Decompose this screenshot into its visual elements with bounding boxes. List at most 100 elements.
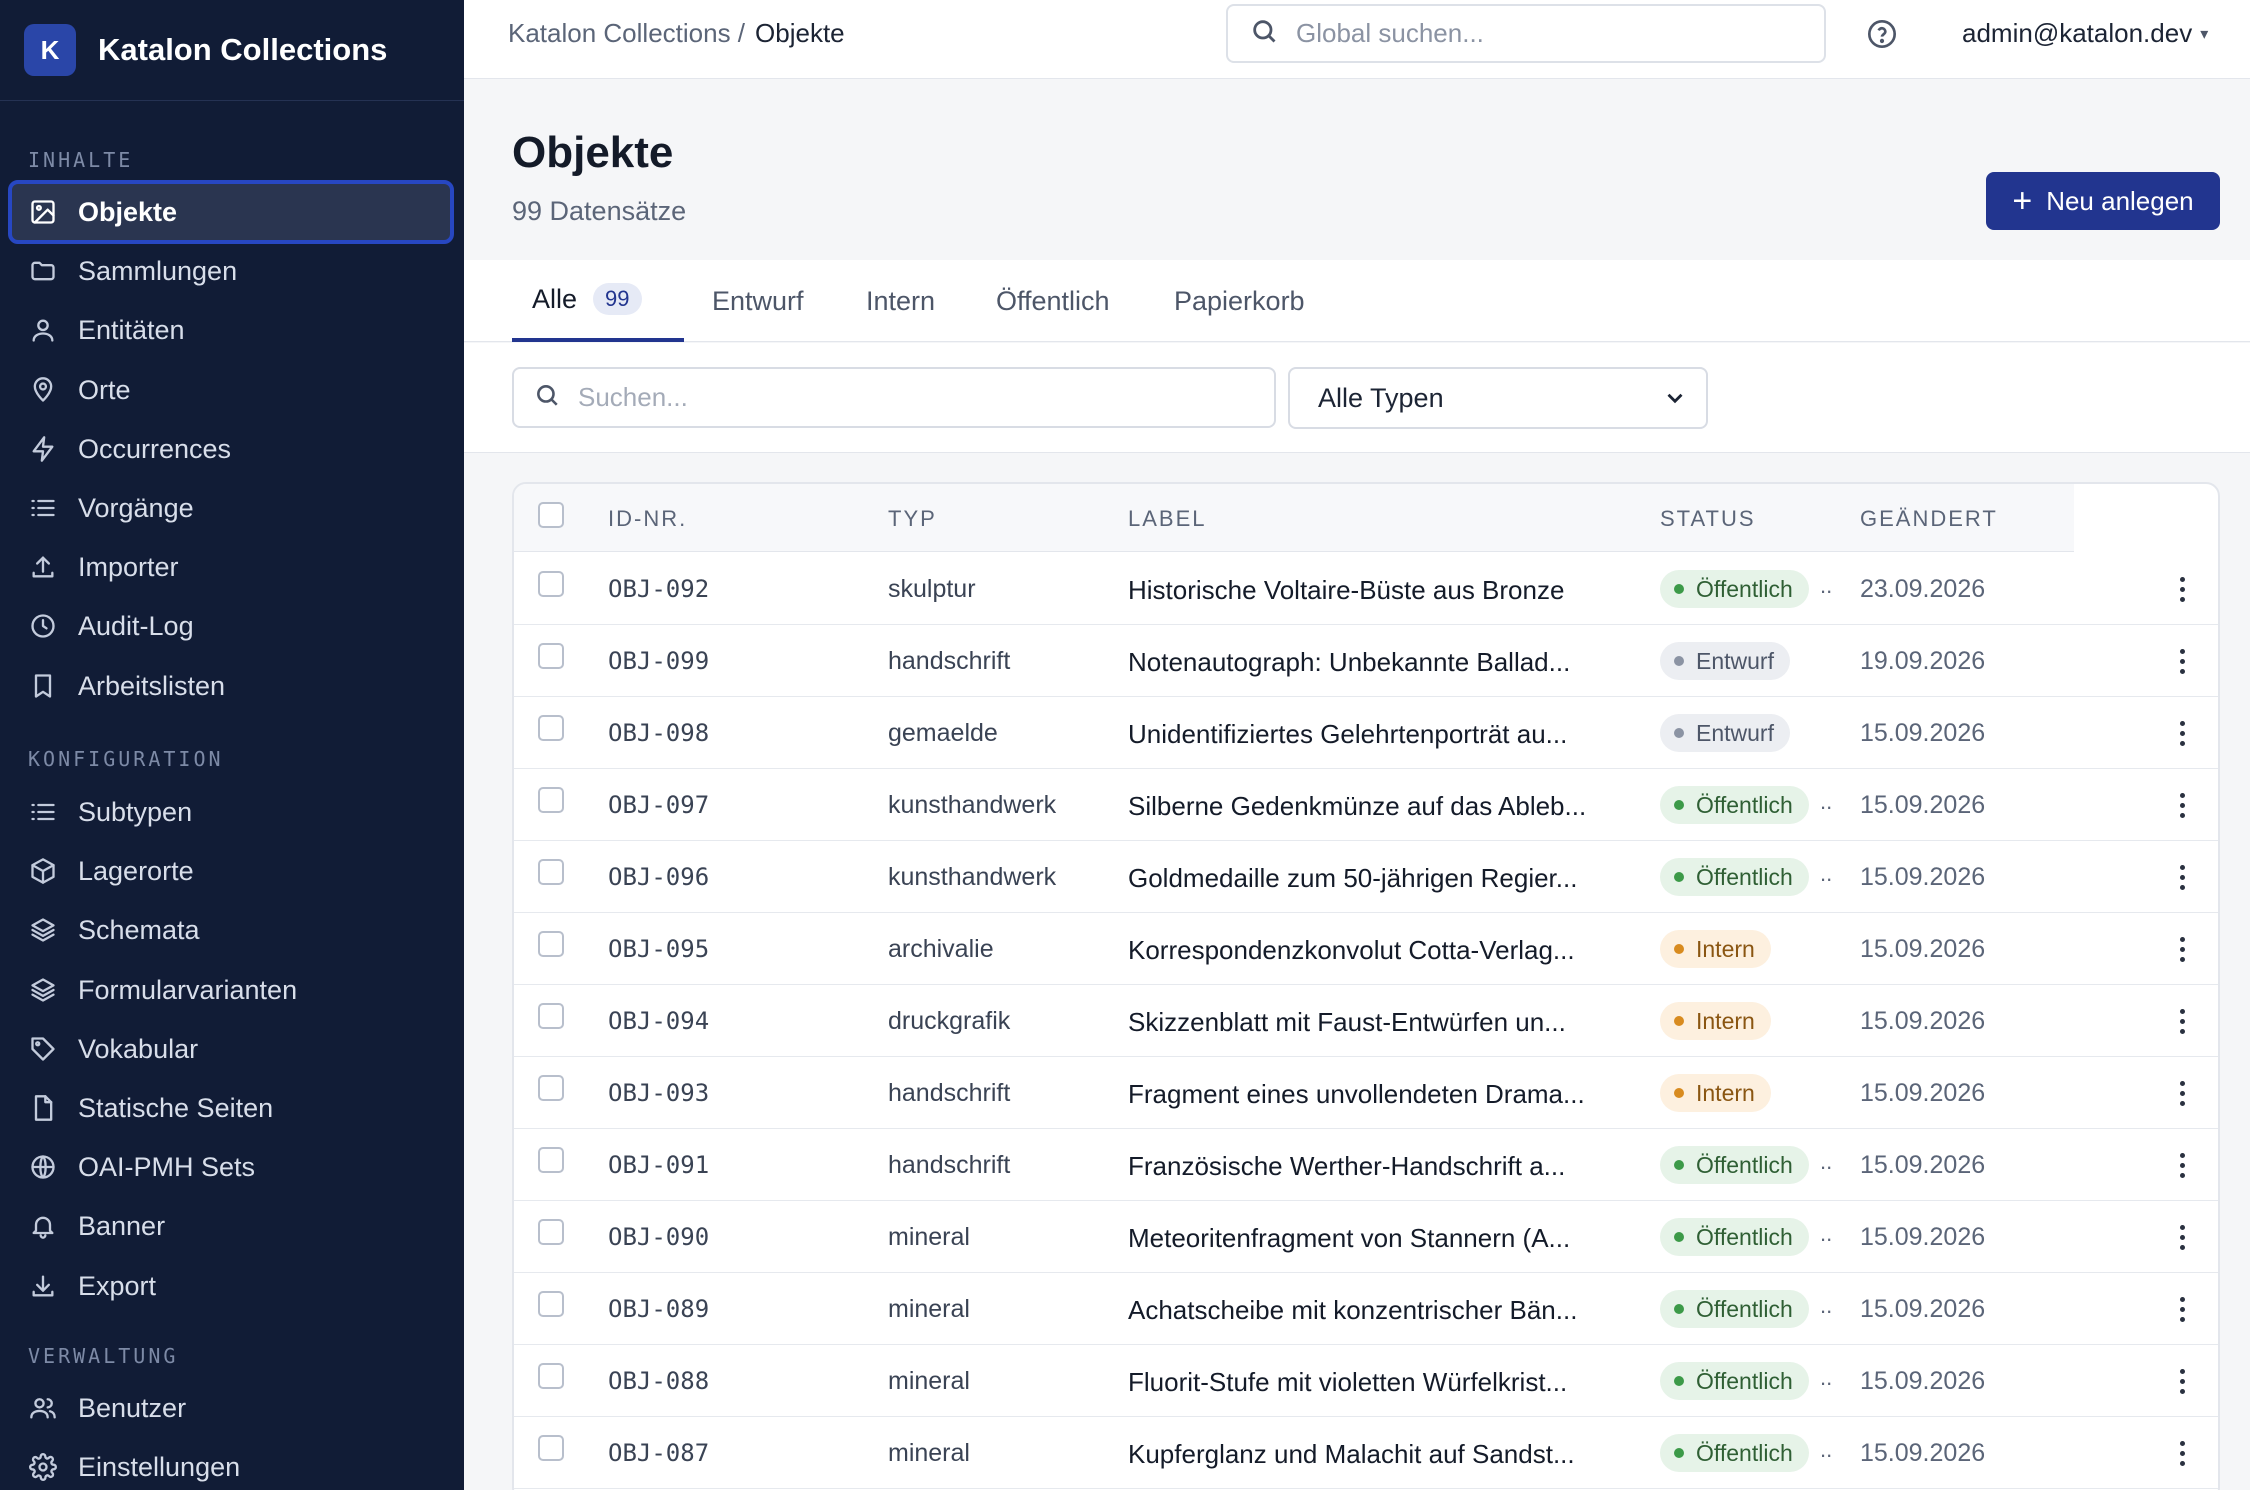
- row-checkbox[interactable]: [538, 1075, 564, 1101]
- row-checkbox[interactable]: [538, 859, 564, 885]
- table-row[interactable]: OBJ-093 handschrift Fragment eines unvolle…: [514, 1057, 2218, 1129]
- cell-label[interactable]: Skizzenblatt mit Faust-Entwürfen un...: [1128, 1007, 1566, 1038]
- cell-label[interactable]: Fluorit-Stufe mit violetten Würfelkrist.…: [1128, 1367, 1567, 1398]
- table-row[interactable]: OBJ-091 handschrift Französische Werther-H…: [514, 1129, 2218, 1201]
- cell-label[interactable]: Unidentifiziertes Gelehrtenporträt au...: [1128, 719, 1567, 750]
- table-row[interactable]: OBJ-094 druckgrafik Skizzenblatt mit Faust…: [514, 985, 2218, 1057]
- row-checkbox[interactable]: [538, 643, 564, 669]
- row-checkbox[interactable]: [538, 1435, 564, 1461]
- sidebar-item-statische-seiten[interactable]: Statische Seiten: [8, 1076, 454, 1140]
- sidebar-item-arbeitslisten[interactable]: Arbeitslisten: [8, 654, 454, 718]
- cell-label[interactable]: Französische Werther-Handschrift a...: [1128, 1151, 1565, 1182]
- sidebar-item-audit-log[interactable]: Audit-Log: [8, 594, 454, 658]
- status-badge: Öffentlich: [1660, 858, 1809, 896]
- help-icon[interactable]: [1866, 18, 1898, 50]
- brand[interactable]: K Katalon Collections: [0, 0, 464, 101]
- sidebar-item-vorgänge[interactable]: Vorgänge: [8, 476, 454, 540]
- more-vertical-icon[interactable]: [2176, 1435, 2188, 1471]
- cell-date: 15.09.2026: [1860, 719, 1986, 747]
- more-vertical-icon[interactable]: [2176, 1219, 2188, 1255]
- breadcrumb-parent[interactable]: Katalon Collections /: [508, 18, 745, 48]
- cell-label[interactable]: Achatscheibe mit konzentrischer Bän...: [1128, 1295, 1577, 1326]
- row-checkbox[interactable]: [538, 715, 564, 741]
- status-label: Öffentlich: [1696, 1223, 1793, 1250]
- table-row[interactable]: OBJ-090 mineral Meteoritenfragment von Sta…: [514, 1201, 2218, 1273]
- more-vertical-icon[interactable]: [2176, 1363, 2188, 1399]
- column-header-label[interactable]: LABEL: [1128, 506, 1207, 532]
- sidebar-item-oai-pmh-sets[interactable]: OAI-PMH Sets: [8, 1135, 454, 1199]
- table-row[interactable]: OBJ-097 kunsthandwerk Silberne Gedenkmünze…: [514, 769, 2218, 841]
- more-vertical-icon[interactable]: [2176, 859, 2188, 895]
- tab-alle[interactable]: Alle 99: [512, 260, 684, 342]
- sidebar-item-schemata[interactable]: Schemata: [8, 898, 454, 962]
- table-row[interactable]: OBJ-092 skulptur Historische Voltaire-Büst…: [514, 553, 2218, 625]
- select-all-checkbox[interactable]: [538, 502, 564, 528]
- table-row[interactable]: OBJ-096 kunsthandwerk Goldmedaille zum 50-…: [514, 841, 2218, 913]
- new-button[interactable]: + Neu anlegen: [1986, 172, 2220, 230]
- sidebar-item-objekte[interactable]: Objekte: [8, 180, 454, 244]
- filter-search-input[interactable]: [578, 382, 1258, 413]
- global-search[interactable]: [1226, 4, 1826, 63]
- type-select[interactable]: Alle Typen: [1288, 367, 1708, 429]
- more-vertical-icon[interactable]: [2176, 643, 2188, 679]
- sidebar-item-einstellungen[interactable]: Einstellungen: [8, 1435, 454, 1490]
- more-vertical-icon[interactable]: [2176, 571, 2188, 607]
- more-vertical-icon[interactable]: [2176, 1075, 2188, 1111]
- tab-entwurf[interactable]: Entwurf: [712, 260, 804, 342]
- folder-icon: [28, 256, 58, 286]
- cell-label[interactable]: Korrespondenzkonvolut Cotta-Verlag...: [1128, 935, 1575, 966]
- row-checkbox[interactable]: [538, 1219, 564, 1245]
- sidebar-item-sammlungen[interactable]: Sammlungen: [8, 239, 454, 303]
- row-checkbox[interactable]: [538, 1147, 564, 1173]
- table-row[interactable]: OBJ-089 mineral Achatscheibe mit konzentri…: [514, 1273, 2218, 1345]
- table-row[interactable]: OBJ-099 handschrift Notenautograph: Unbeka…: [514, 625, 2218, 697]
- more-vertical-icon[interactable]: [2176, 1003, 2188, 1039]
- table-row[interactable]: OBJ-088 mineral Fluorit-Stufe mit violette…: [514, 1345, 2218, 1417]
- tab-intern[interactable]: Intern: [866, 260, 935, 342]
- cell-date: 15.09.2026: [1860, 1007, 1986, 1035]
- sidebar-item-banner[interactable]: Banner: [8, 1194, 454, 1258]
- table-row[interactable]: OBJ-098 gemaelde Unidentifiziertes Gelehrt…: [514, 697, 2218, 769]
- column-header-typ[interactable]: TYP: [888, 506, 937, 532]
- sidebar-item-orte[interactable]: Orte: [8, 358, 454, 422]
- user-menu[interactable]: admin@katalon.dev ▾: [1962, 18, 2208, 49]
- more-vertical-icon[interactable]: [2176, 715, 2188, 751]
- table-row[interactable]: OBJ-087 mineral Kupferglanz und Malachit a…: [514, 1417, 2218, 1489]
- row-checkbox[interactable]: [538, 1363, 564, 1389]
- more-vertical-icon[interactable]: [2176, 1291, 2188, 1327]
- tab-papierkorb[interactable]: Papierkorb: [1174, 260, 1305, 342]
- more-vertical-icon[interactable]: [2176, 787, 2188, 823]
- cell-label[interactable]: Fragment eines unvollendeten Drama...: [1128, 1079, 1585, 1110]
- sidebar-item-entitäten[interactable]: Entitäten: [8, 298, 454, 362]
- row-checkbox[interactable]: [538, 571, 564, 597]
- sidebar-item-benutzer[interactable]: Benutzer: [8, 1376, 454, 1440]
- tab-oeffentlich[interactable]: Öffentlich: [996, 260, 1110, 342]
- sidebar-item-formularvarianten[interactable]: Formularvarianten: [8, 958, 454, 1022]
- sidebar-item-lagerorte[interactable]: Lagerorte: [8, 839, 454, 903]
- status-overflow-indicator: ..: [1820, 573, 1833, 598]
- row-checkbox[interactable]: [538, 787, 564, 813]
- column-header-status[interactable]: STATUS: [1660, 506, 1756, 532]
- row-checkbox[interactable]: [538, 1291, 564, 1317]
- cell-label[interactable]: Silberne Gedenkmünze auf das Ableb...: [1128, 791, 1586, 822]
- cell-label[interactable]: Meteoritenfragment von Stannern (A...: [1128, 1223, 1570, 1254]
- sidebar-item-occurrences[interactable]: Occurrences: [8, 417, 454, 481]
- more-vertical-icon[interactable]: [2176, 931, 2188, 967]
- sidebar-item-vokabular[interactable]: Vokabular: [8, 1017, 454, 1081]
- cell-label[interactable]: Goldmedaille zum 50-jährigen Regier...: [1128, 863, 1577, 894]
- filter-search[interactable]: [512, 367, 1276, 428]
- table-row[interactable]: OBJ-095 archivalie Korrespondenzkonvolut C…: [514, 913, 2218, 985]
- column-header-geaendert[interactable]: GEÄNDERT: [1860, 506, 1998, 532]
- column-header-id[interactable]: ID-NR.: [608, 506, 687, 532]
- sidebar-item-label: Objekte: [78, 196, 178, 227]
- row-checkbox[interactable]: [538, 931, 564, 957]
- sidebar-item-subtypen[interactable]: Subtypen: [8, 780, 454, 844]
- sidebar-item-importer[interactable]: Importer: [8, 535, 454, 599]
- global-search-input[interactable]: [1296, 18, 1776, 49]
- cell-label[interactable]: Kupferglanz und Malachit auf Sandst...: [1128, 1439, 1575, 1470]
- cell-label[interactable]: Historische Voltaire-Büste aus Bronze: [1128, 575, 1564, 606]
- row-checkbox[interactable]: [538, 1003, 564, 1029]
- cell-label[interactable]: Notenautograph: Unbekannte Ballad...: [1128, 647, 1570, 678]
- sidebar-item-export[interactable]: Export: [8, 1254, 454, 1318]
- more-vertical-icon[interactable]: [2176, 1147, 2188, 1183]
